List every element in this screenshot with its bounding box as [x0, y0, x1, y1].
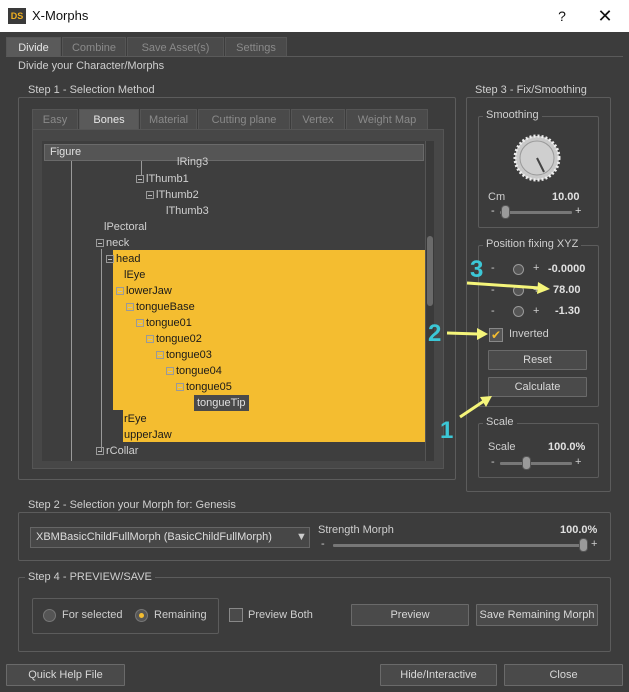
annotation-arrows [446, 281, 550, 419]
annotation-arrow-1 [459, 399, 485, 419]
annotation-number-3: 3 [470, 256, 484, 283]
annotation-number-2: 2 [428, 320, 442, 347]
annotation-arrow-2 [446, 331, 479, 336]
arrowhead-2 [477, 328, 488, 340]
arrowhead-3 [537, 282, 550, 294]
annotation-number-1: 1 [440, 417, 454, 444]
